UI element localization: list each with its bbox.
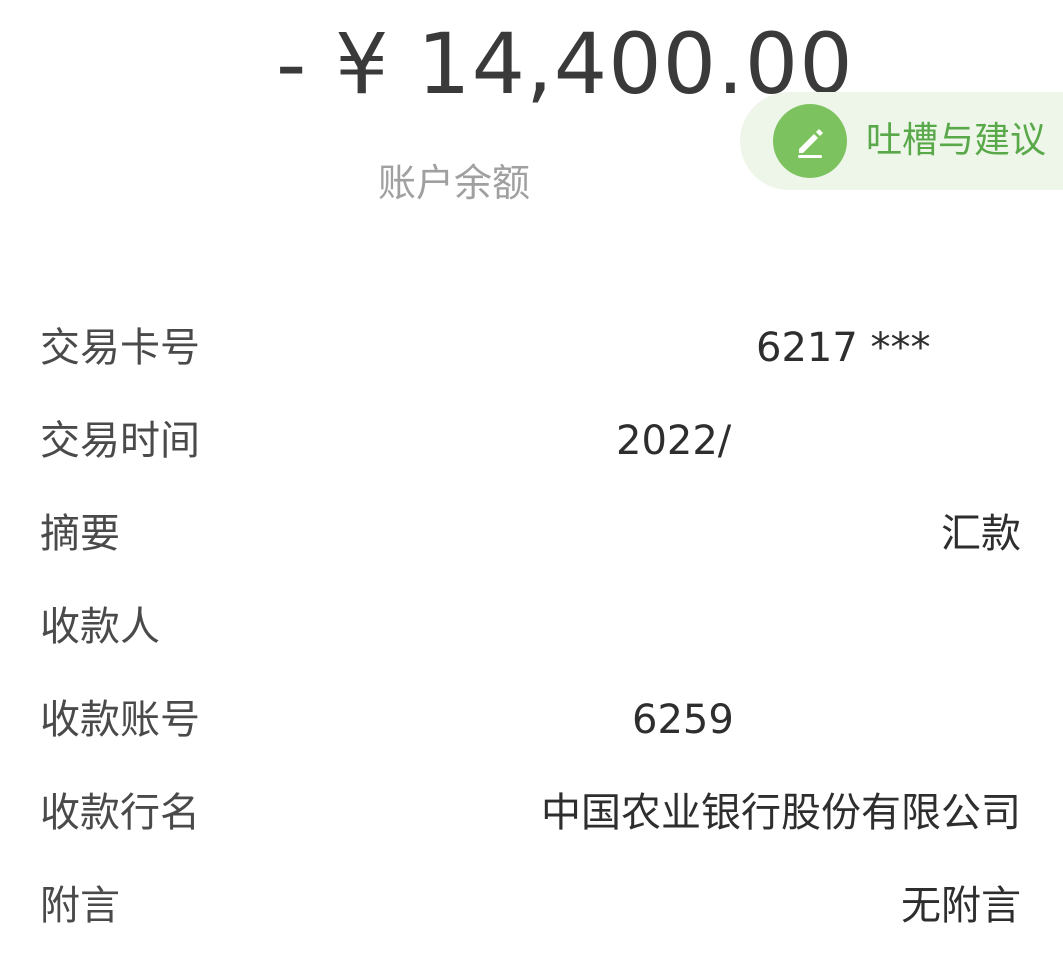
detail-label: 交易时间 — [40, 418, 200, 464]
detail-label: 收款行名 — [40, 790, 200, 836]
detail-label: 摘要 — [40, 511, 120, 557]
detail-label: 收款账号 — [40, 697, 200, 743]
feedback-label: 吐槽与建议 — [866, 120, 1047, 161]
detail-row-payee-account: 收款账号 6259 — [0, 672, 1063, 765]
remark-value: 无附言 — [901, 883, 1021, 929]
feedback-button[interactable]: 吐槽与建议 — [740, 92, 1063, 190]
amount-label: 账户余额 — [378, 161, 531, 205]
transaction-time-value: 2022/ — [616, 418, 732, 464]
detail-label: 交易卡号 — [40, 325, 200, 371]
detail-row-remark: 附言 无附言 — [0, 858, 1063, 951]
detail-row-card-number: 交易卡号 6217 *** — [0, 300, 1063, 393]
detail-row-summary: 摘要 汇款 — [0, 486, 1063, 579]
detail-row-payee: 收款人 — [0, 579, 1063, 672]
transaction-details: 交易卡号 6217 *** 交易时间 2022/ 摘要 汇款 收款人 收款账号 … — [0, 300, 1063, 951]
payee-account-value: 6259 — [632, 697, 734, 743]
detail-label: 附言 — [40, 883, 120, 929]
summary-value: 汇款 — [941, 511, 1021, 557]
detail-row-time: 交易时间 2022/ — [0, 393, 1063, 486]
detail-label: 收款人 — [40, 604, 160, 650]
card-number-value: 6217 *** — [756, 325, 931, 371]
detail-row-payee-bank: 收款行名 中国农业银行股份有限公司 — [0, 765, 1063, 858]
pencil-icon — [773, 104, 847, 178]
payee-bank-value: 中国农业银行股份有限公司 — [541, 790, 1021, 836]
